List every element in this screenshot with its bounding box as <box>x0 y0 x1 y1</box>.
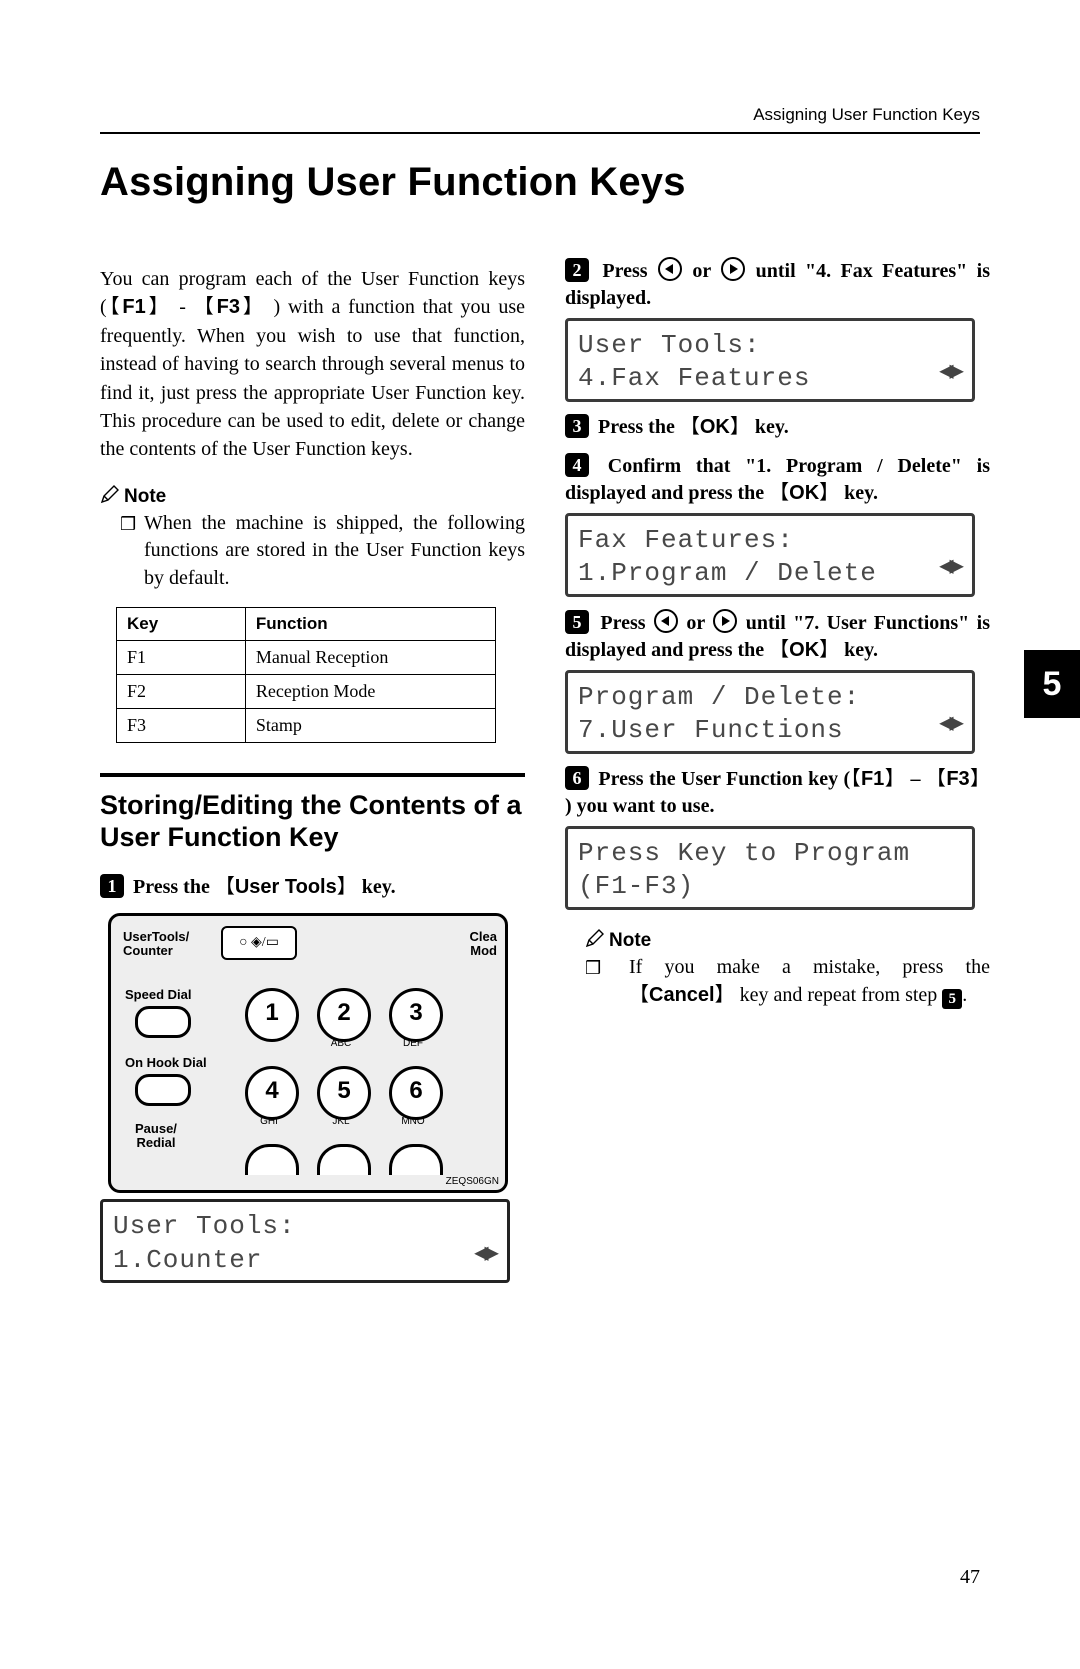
left-arrow-icon <box>658 257 682 281</box>
table-row: F3Stamp <box>117 708 496 742</box>
lcd-display-4: Program / Delete: 7.User Functions ◀▶ <box>565 670 975 754</box>
lcd-arrows-icon: ◀▶ <box>474 1240 495 1271</box>
step-number-icon: 5 <box>565 610 589 634</box>
step-number-icon: 3 <box>565 414 589 438</box>
running-head: Assigning User Function Keys <box>753 105 980 125</box>
default-functions-table: Key Function F1Manual Reception F2Recept… <box>116 607 496 743</box>
chapter-tab: 5 <box>1024 650 1080 718</box>
right-arrow-icon <box>713 609 737 633</box>
section-rule <box>100 773 525 777</box>
lcd-display-2: User Tools: 4.Fax Features ◀▶ <box>565 318 975 402</box>
page-title: Assigning User Function Keys <box>100 160 990 205</box>
th-function: Function <box>245 607 495 640</box>
table-row: F1Manual Reception <box>117 640 496 674</box>
page-number: 47 <box>960 1566 980 1589</box>
note-item: If you make a mistake, press the Cancel … <box>565 954 990 1009</box>
note-heading: Note <box>100 484 525 508</box>
speed-dial-key <box>135 1006 191 1038</box>
key-3: 3 <box>389 988 443 1042</box>
lcd-arrows-icon: ◀▶ <box>939 358 960 389</box>
control-panel-illustration: UserTools/Counter ○ ◈/▭ CleaMod Speed Di… <box>108 913 508 1193</box>
label-clear: CleaMod <box>470 930 497 957</box>
lcd-display-5: Press Key to Program (F1-F3) <box>565 826 975 910</box>
step-2: 2 Press or until "4. Fax Features" is di… <box>565 257 990 312</box>
label-on-hook-dial: On Hook Dial <box>125 1056 207 1070</box>
intro-paragraph: You can program each of the User Functio… <box>100 265 525 464</box>
key-6: 6 <box>389 1066 443 1120</box>
label-speed-dial: Speed Dial <box>125 988 191 1002</box>
header-rule <box>100 132 980 134</box>
left-arrow-icon <box>654 609 678 633</box>
step-number-icon: 6 <box>565 766 589 790</box>
key-4: 4 <box>245 1066 299 1120</box>
step-3: 3 Press the OK key. <box>565 414 990 441</box>
note-item: When the machine is shipped, the followi… <box>100 510 525 593</box>
lcd-display-3: Fax Features: 1.Program / Delete ◀▶ <box>565 513 975 597</box>
note-heading: Note <box>585 928 990 952</box>
key-1: 1 <box>245 988 299 1042</box>
step-number-icon: 4 <box>565 453 589 477</box>
pencil-icon <box>585 928 605 948</box>
section-heading: Storing/Editing the Contents of a User F… <box>100 789 525 855</box>
on-hook-dial-key <box>135 1074 191 1106</box>
step-number-icon: 1 <box>100 874 124 898</box>
label-usertools: UserTools/Counter <box>123 930 189 957</box>
key-7-partial <box>245 1144 299 1175</box>
th-key: Key <box>117 607 246 640</box>
step-5: 5 Press or until "7. User Functions" is … <box>565 609 990 664</box>
step-1: 1 Press the User Tools key. <box>100 874 525 901</box>
key-8-partial <box>317 1144 371 1175</box>
label-pause-redial: Pause/Redial <box>135 1122 177 1149</box>
step-6: 6 Press the User Function key (F1 – F3 )… <box>565 766 990 820</box>
figure-code: ZEQS06GN <box>446 1176 499 1187</box>
step-ref-icon: 5 <box>942 989 962 1009</box>
key-9-partial <box>389 1144 443 1175</box>
key-2: 2 <box>317 988 371 1042</box>
lcd-arrows-icon: ◀▶ <box>939 710 960 741</box>
step-4: 4 Confirm that "1. Program / Delete" is … <box>565 453 990 507</box>
pencil-icon <box>100 484 120 504</box>
lcd-display-1: User Tools: 1.Counter ◀▶ <box>100 1199 510 1283</box>
right-arrow-icon <box>721 257 745 281</box>
step-number-icon: 2 <box>565 258 589 282</box>
key-5: 5 <box>317 1066 371 1120</box>
lcd-arrows-icon: ◀▶ <box>939 553 960 584</box>
table-row: F2Reception Mode <box>117 674 496 708</box>
usertools-key: ○ ◈/▭ <box>221 926 297 960</box>
